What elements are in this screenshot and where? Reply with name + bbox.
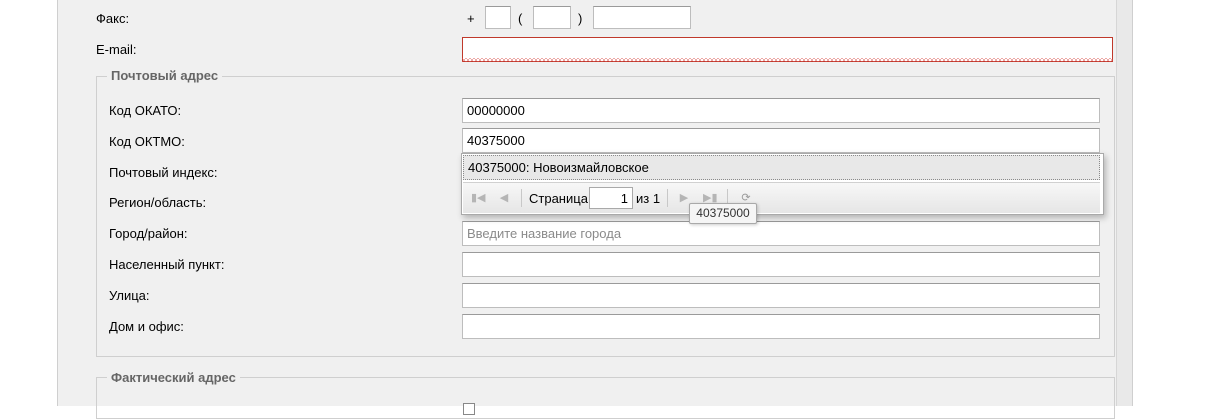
- fax-open-paren: (: [518, 11, 523, 26]
- pager-separator: [667, 189, 668, 207]
- dropdown-option[interactable]: 40375000: Новоизмайловское: [463, 155, 1100, 180]
- fax-number-input[interactable]: [593, 6, 691, 29]
- house-label: Дом и офис:: [109, 319, 184, 334]
- tooltip: 40375000: [689, 203, 757, 224]
- house-office-input[interactable]: [462, 314, 1100, 339]
- dropdown-pager: ▮◀ ◀ Страница из 1 ▶ ▶▮ ⟳: [463, 182, 1100, 213]
- okato-input[interactable]: [462, 98, 1100, 123]
- page-of-label: из 1: [636, 191, 661, 206]
- oktmo-dropdown: 40375000: Новоизмайловское ▮◀ ◀ Страница…: [461, 153, 1104, 215]
- page-label: Страница: [529, 191, 588, 206]
- fax-close-paren: ): [578, 11, 583, 26]
- oktmo-label: Код ОКТМО:: [109, 134, 185, 149]
- settlement-input[interactable]: [462, 252, 1100, 277]
- city-input[interactable]: [462, 221, 1100, 246]
- email-invalid-indicator: [462, 58, 1113, 62]
- street-label: Улица:: [109, 288, 150, 303]
- actual-address-legend: Фактический адрес: [107, 370, 240, 385]
- page-number-input[interactable]: [589, 187, 633, 209]
- fax-country-code-input[interactable]: [485, 6, 511, 29]
- email-label: E-mail:: [96, 42, 137, 57]
- panel-scroll-edge: [1116, 0, 1132, 406]
- city-label: Город/район:: [109, 226, 188, 241]
- first-page-icon[interactable]: ▮◀: [471, 191, 486, 205]
- postal-index-label: Почтовый индекс:: [109, 165, 218, 180]
- fax-label: Факс:: [96, 11, 130, 26]
- settlement-label: Населенный пункт:: [109, 257, 225, 272]
- prev-page-icon[interactable]: ◀: [497, 191, 511, 205]
- pager-separator: [521, 189, 522, 207]
- fax-plus-sign: +: [467, 11, 475, 26]
- same-address-checkbox[interactable]: [463, 403, 475, 415]
- fax-area-code-input[interactable]: [533, 6, 571, 29]
- postal-address-legend: Почтовый адрес: [107, 68, 223, 83]
- actual-address-group: [96, 377, 1115, 419]
- region-label: Регион/область:: [109, 195, 207, 210]
- oktmo-input[interactable]: [462, 128, 1100, 153]
- okato-label: Код ОКАТО:: [109, 103, 182, 118]
- street-input[interactable]: [462, 283, 1100, 308]
